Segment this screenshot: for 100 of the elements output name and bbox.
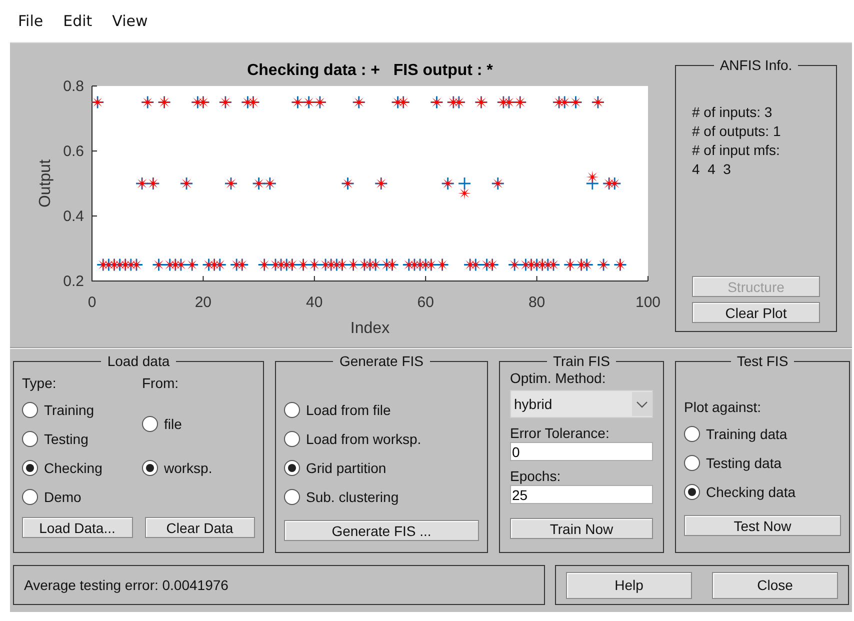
star-marker — [452, 96, 466, 109]
tick-label: 60 — [417, 294, 434, 311]
star-marker — [108, 258, 121, 272]
star-marker — [546, 258, 560, 272]
field-label: Plot against: — [684, 398, 762, 417]
tick-label: 40 — [306, 294, 323, 311]
star-marker — [441, 177, 454, 190]
radio-button[interactable] — [22, 460, 38, 476]
radio-button[interactable] — [684, 484, 700, 500]
star-marker — [469, 258, 482, 272]
menu-item[interactable]: Edit — [53, 12, 102, 30]
star-marker — [130, 258, 143, 272]
info-text: # of outputs: 1 — [692, 122, 782, 140]
radio-label[interactable]: file — [164, 416, 182, 432]
radio-label[interactable]: Testing — [44, 430, 88, 446]
radio-button[interactable] — [142, 416, 158, 432]
radio-button[interactable] — [284, 430, 300, 446]
star-marker — [424, 258, 438, 272]
star-marker — [597, 258, 610, 272]
star-marker — [213, 258, 226, 272]
radio-button[interactable] — [284, 488, 300, 504]
radio-label[interactable]: Training data — [706, 426, 788, 442]
star-marker — [608, 177, 622, 190]
panel-title: Load data — [106, 353, 171, 369]
button[interactable]: Train Now — [510, 518, 653, 539]
radio-label[interactable]: Sub. clustering — [306, 488, 399, 504]
star-marker — [336, 258, 349, 272]
radio-label[interactable]: Load from file — [306, 402, 391, 418]
star-marker — [346, 258, 360, 272]
star-marker — [236, 258, 249, 272]
star-marker — [374, 177, 388, 190]
dropdown-value: hybrid — [514, 396, 552, 412]
button[interactable]: Generate FIS ... — [284, 520, 479, 541]
tick-label: 20 — [194, 294, 212, 311]
star-marker — [508, 258, 522, 272]
radio-label[interactable]: worksp. — [164, 460, 212, 476]
info-text: # of inputs: 3 — [692, 103, 774, 121]
panel-title: ANFIS Info. — [718, 57, 794, 73]
radio-label[interactable]: Training — [44, 402, 94, 418]
panel-title: Train FIS — [552, 353, 612, 369]
star-marker — [258, 258, 271, 272]
radio-button[interactable] — [142, 460, 158, 476]
input-field[interactable]: 0 — [510, 442, 653, 461]
menu-item[interactable]: View — [102, 12, 158, 30]
tick-label: 80 — [528, 294, 546, 311]
star-marker — [158, 96, 171, 109]
radio-label[interactable]: Testing data — [706, 454, 782, 470]
star-marker — [196, 96, 210, 109]
info-text: # of input mfs: — [692, 141, 781, 159]
star-marker — [286, 258, 299, 272]
star-marker — [436, 258, 449, 272]
radio-label[interactable]: Load from worksp. — [306, 430, 422, 446]
star-marker — [218, 96, 232, 109]
radio-label[interactable]: Demo — [44, 488, 82, 504]
star-marker — [569, 96, 582, 109]
button[interactable]: Help — [566, 572, 692, 598]
button[interactable]: Clear Plot — [692, 302, 820, 323]
star-marker — [558, 96, 572, 109]
star-marker — [152, 258, 166, 272]
button[interactable]: Test Now — [684, 515, 841, 536]
field-label: Error Tolerance: — [510, 424, 610, 442]
radio-button[interactable] — [684, 426, 700, 442]
star-marker — [246, 96, 260, 109]
radio-label[interactable]: Checking — [44, 460, 102, 476]
radio-button[interactable] — [22, 488, 38, 504]
field-label: Optim. Method: — [510, 369, 607, 387]
star-marker — [146, 177, 160, 190]
star-marker — [586, 170, 599, 184]
tick-label: 0.2 — [63, 273, 84, 290]
tick-label: 100 — [635, 294, 660, 311]
radio-label[interactable]: Grid partition — [306, 460, 386, 476]
plus-marker — [586, 176, 600, 190]
radio-label[interactable]: Checking data — [706, 484, 796, 500]
star-marker — [514, 96, 527, 109]
star-marker — [580, 258, 594, 272]
star-marker — [291, 96, 304, 109]
radio-button[interactable] — [284, 460, 300, 476]
button[interactable]: Clear Data — [144, 517, 255, 538]
star-marker — [491, 177, 504, 190]
star-marker — [524, 258, 538, 272]
star-marker — [202, 258, 216, 272]
caret-icon[interactable] — [632, 392, 652, 416]
input-field[interactable]: 25 — [510, 485, 653, 504]
menu-item[interactable]: File — [8, 12, 54, 30]
star-marker — [141, 96, 154, 109]
radio-button[interactable] — [22, 402, 38, 418]
star-marker — [564, 258, 577, 272]
star-marker — [302, 96, 316, 109]
plus-marker — [458, 176, 472, 190]
field-label: From: — [142, 375, 180, 391]
tick-label: 0.8 — [63, 78, 84, 95]
radio-button[interactable] — [684, 454, 700, 470]
button[interactable]: Load Data... — [22, 517, 132, 538]
button[interactable]: Close — [712, 572, 838, 598]
star-marker — [263, 177, 276, 190]
method-dropdown[interactable]: hybrid — [510, 390, 653, 418]
star-marker — [174, 258, 188, 272]
star-marker — [313, 96, 326, 109]
radio-button[interactable] — [284, 402, 300, 418]
radio-button[interactable] — [22, 430, 38, 446]
